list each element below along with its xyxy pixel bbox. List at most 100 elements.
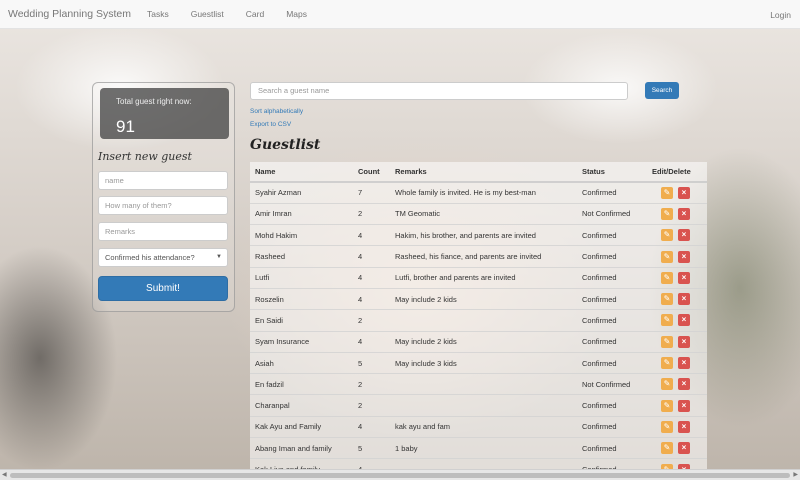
guest-name: Asiah — [250, 351, 358, 374]
close-icon[interactable]: × — [678, 335, 690, 348]
nav-maps[interactable]: Maps — [286, 9, 307, 19]
close-icon[interactable]: × — [678, 293, 690, 306]
pencil-icon[interactable]: ✎ — [661, 335, 673, 348]
name-field[interactable]: name — [98, 171, 228, 190]
guest-status: Confirmed — [582, 415, 652, 438]
guest-count: 4 — [358, 415, 395, 438]
close-icon[interactable]: × — [678, 207, 690, 220]
nav-guestlist[interactable]: Guestlist — [191, 9, 224, 19]
sort-alphabetically-link[interactable]: Sort alphabetically — [250, 108, 303, 115]
guest-name: Kak Ayu and Family — [250, 415, 358, 438]
row-actions: ✎× — [652, 287, 707, 310]
remarks-field[interactable]: Remarks — [98, 222, 228, 241]
pencil-icon[interactable]: ✎ — [661, 442, 673, 455]
guest-name: Abang Iman and family — [250, 437, 358, 459]
guest-status: Confirmed — [582, 266, 652, 289]
guest-name: Amir Imran — [250, 202, 358, 225]
total-guest-value: 91 — [116, 117, 135, 136]
pencil-icon[interactable]: ✎ — [661, 229, 673, 242]
row-actions: ✎× — [652, 330, 707, 353]
close-icon[interactable]: × — [678, 314, 690, 327]
guest-count: 4 — [358, 224, 395, 246]
table-row: Roszelin 4 May include 2 kids Confirmed ✎ × — [250, 287, 707, 310]
pencil-icon[interactable]: ✎ — [661, 293, 673, 306]
submit-button[interactable]: Submit! — [98, 276, 228, 301]
column-count: Count — [358, 162, 395, 183]
guest-remarks: Lutfi, brother and parents are invited — [395, 266, 582, 289]
guest-status: Confirmed — [582, 245, 652, 268]
search-button[interactable]: Search — [645, 82, 679, 99]
export-csv-link[interactable]: Export to CSV — [250, 121, 291, 128]
guest-count: 7 — [358, 181, 395, 204]
close-icon[interactable]: × — [678, 420, 690, 433]
guest-status: Confirmed — [582, 287, 652, 310]
guest-name: En fadzil — [250, 373, 358, 395]
table-header-row: Name Count Remarks Status Edit/Delete — [250, 162, 707, 183]
close-icon[interactable]: × — [678, 271, 690, 284]
nav-tasks[interactable]: Tasks — [147, 9, 169, 19]
guest-status: Confirmed — [582, 437, 652, 459]
close-icon[interactable]: × — [678, 378, 690, 391]
row-actions: ✎× — [652, 224, 707, 246]
column-edit-delete: Edit/Delete — [652, 162, 707, 183]
table-row: Rasheed 4 Rasheed, his fiance, and parents… — [250, 245, 707, 268]
nav-login[interactable]: Login — [770, 10, 791, 20]
nav-card[interactable]: Card — [246, 9, 264, 19]
guest-count: 2 — [358, 202, 395, 225]
row-actions: ✎× — [652, 351, 707, 374]
guest-status: Confirmed — [582, 309, 652, 332]
close-icon[interactable]: × — [678, 357, 690, 370]
count-field[interactable]: How many of them? — [98, 196, 228, 215]
row-actions: ✎× — [652, 202, 707, 225]
pencil-icon[interactable]: ✎ — [661, 271, 673, 284]
row-actions: ✎× — [652, 394, 707, 417]
pencil-icon[interactable]: ✎ — [661, 420, 673, 433]
guest-status: Confirmed — [582, 181, 652, 204]
scrollbar-thumb[interactable] — [10, 473, 790, 478]
close-icon[interactable]: × — [678, 186, 690, 199]
close-icon[interactable]: × — [678, 399, 690, 412]
pencil-icon[interactable]: ✎ — [661, 186, 673, 199]
pencil-icon[interactable]: ✎ — [661, 378, 673, 391]
column-remarks: Remarks — [395, 162, 582, 183]
guest-status: Confirmed — [582, 330, 652, 353]
table-row: Abang Iman and family 5 1 baby Confirmed ✎ × — [250, 437, 707, 459]
close-icon[interactable]: × — [678, 442, 690, 455]
scroll-right-icon[interactable]: ▶ — [793, 471, 798, 478]
pencil-icon[interactable]: ✎ — [661, 357, 673, 370]
row-actions: ✎× — [652, 415, 707, 438]
pencil-icon[interactable]: ✎ — [661, 250, 673, 263]
guest-remarks: Hakim, his brother, and parents are invi… — [395, 224, 582, 246]
table-row: En Saidi 2 Confirmed ✎ × — [250, 309, 707, 332]
guestlist-table: Name Count Remarks Status Edit/Delete Sy… — [250, 162, 707, 480]
guest-remarks: 1 baby — [395, 437, 582, 459]
table-row: Syahir Azman 7 Whole family is invited. He… — [250, 181, 707, 204]
brand-link[interactable]: Wedding Planning System — [8, 8, 131, 20]
guest-name: En Saidi — [250, 309, 358, 332]
navbar: Wedding Planning System Tasks Guestlist … — [0, 0, 800, 29]
row-actions: ✎× — [652, 245, 707, 268]
pencil-icon[interactable]: ✎ — [661, 207, 673, 220]
guest-status: Not Confirmed — [582, 373, 652, 395]
attendance-select-value: Confirmed his attendance? — [105, 253, 195, 262]
row-actions: ✎× — [652, 373, 707, 395]
close-icon[interactable]: × — [678, 229, 690, 242]
guest-remarks: May include 2 kids — [395, 287, 582, 310]
insert-guest-title: Insert new guest — [98, 150, 192, 163]
total-guest-box: Total guest right now: 91 — [100, 88, 229, 139]
pencil-icon[interactable]: ✎ — [661, 399, 673, 412]
row-actions: ✎× — [652, 181, 707, 204]
search-input[interactable]: Search a guest name — [250, 82, 628, 100]
total-guest-label: Total guest right now: — [116, 97, 192, 106]
horizontal-scrollbar[interactable]: ◀ ▶ — [0, 469, 800, 480]
scroll-left-icon[interactable]: ◀ — [2, 471, 7, 478]
guest-remarks: Rasheed, his fiance, and parents are inv… — [395, 245, 582, 268]
attendance-select[interactable]: Confirmed his attendance? ▼ — [98, 248, 228, 267]
guest-count: 4 — [358, 287, 395, 310]
guest-count: 2 — [358, 309, 395, 332]
pencil-icon[interactable]: ✎ — [661, 314, 673, 327]
row-actions: ✎× — [652, 266, 707, 289]
table-row: Mohd Hakim 4 Hakim, his brother, and paren… — [250, 224, 707, 246]
table-row: Amir Imran 2 TM Geomatic Not Confirmed ✎ × — [250, 202, 707, 225]
close-icon[interactable]: × — [678, 250, 690, 263]
